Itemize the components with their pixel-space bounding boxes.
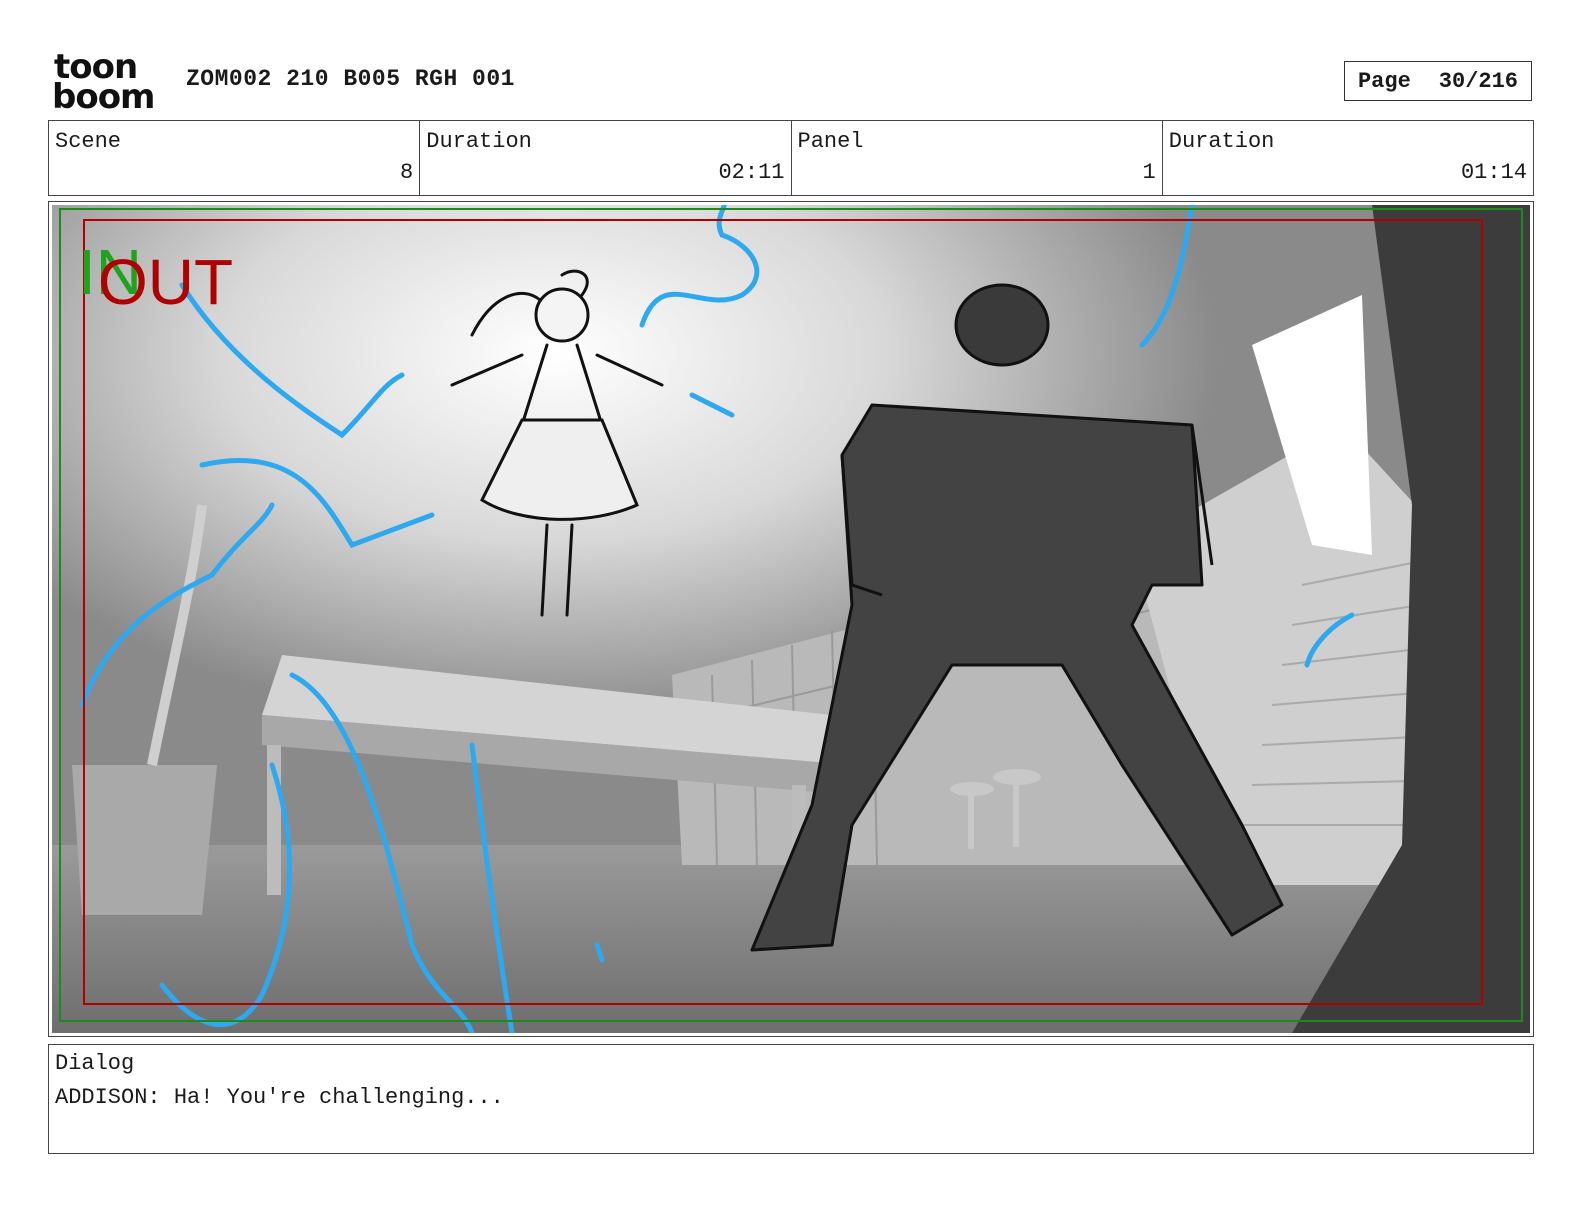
scene-value: 8 [400,160,414,185]
info-row: Scene 8 Duration 02:11 Panel 1 Duration … [48,120,1534,196]
panel-duration-label: Duration [1168,129,1275,154]
panel-duration-cell: Duration 01:14 [1163,121,1533,195]
page-number: 30/216 [1438,68,1519,94]
out-marker: OUT [98,246,234,318]
dialog-label: Dialog [55,1051,135,1076]
scene-label: Scene [55,129,122,154]
page-label: Page [1357,68,1411,94]
plant-pot [72,765,217,915]
panel-value: 1 [1142,160,1156,185]
panel-duration-value: 01:14 [1460,160,1527,185]
scene-duration-cell: Duration 02:11 [420,121,792,195]
scene-duration-label: Duration [426,129,532,154]
logo-text-bottom: boom [52,77,154,112]
toonboom-logo: toon boom [52,47,164,117]
dialog-box: Dialog ADDISON: Ha! You're challenging..… [48,1044,1534,1154]
panel-label: Panel [797,129,864,154]
storyboard-drawing [52,205,1530,1033]
scene-duration-value: 02:11 [718,160,785,185]
panel-cell: Panel 1 [792,121,1163,195]
dialog-text: ADDISON: Ha! You're challenging... [55,1085,504,1110]
scene-cell: Scene 8 [49,121,421,195]
page-indicator: Page 30/216 [1344,61,1532,101]
document-title: ZOM002 210 B005 RGH 001 [186,66,515,92]
